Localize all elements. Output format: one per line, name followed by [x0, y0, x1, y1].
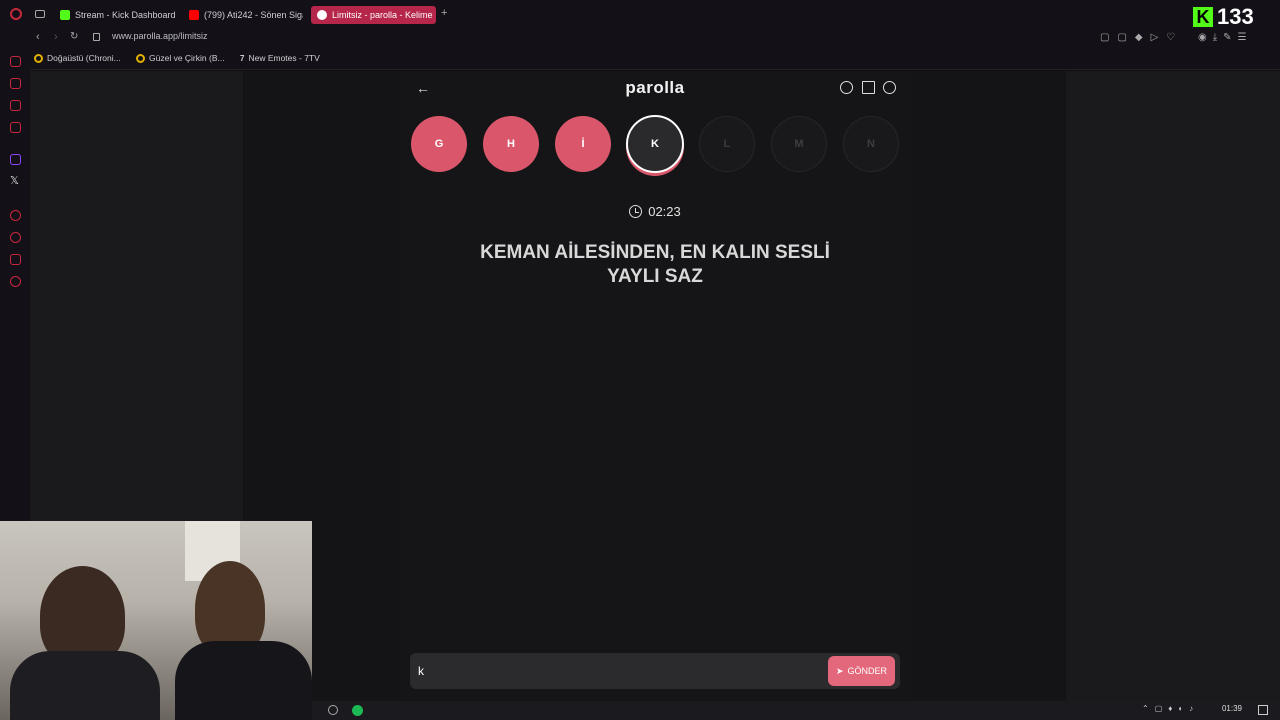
- sidebar-extensions-icon[interactable]: [10, 254, 21, 265]
- send-label: GÖNDER: [847, 666, 888, 676]
- info-icon[interactable]: [840, 81, 853, 94]
- sidebar-messenger-icon[interactable]: [10, 100, 21, 111]
- sidebar-history-icon[interactable]: [10, 232, 21, 243]
- sidebar-x-icon[interactable]: 𝕏: [10, 174, 19, 187]
- profile-icon[interactable]: [883, 81, 896, 94]
- forward-icon[interactable]: ›: [54, 31, 58, 43]
- app-title: parolla: [625, 78, 685, 97]
- browser-logo-icon[interactable]: [10, 8, 22, 20]
- browser-tab-bar: Stream - Kick Dashboard (799) Ati242 - S…: [0, 0, 1280, 30]
- parolla-favicon-icon: [317, 10, 327, 20]
- answer-bar: ➤ GÖNDER: [410, 653, 900, 689]
- sidebar-settings-icon[interactable]: [10, 276, 21, 287]
- youtube-favicon-icon: [189, 10, 199, 20]
- letter-circle: L: [699, 116, 755, 172]
- sidebar-bag-icon[interactable]: [10, 78, 21, 89]
- notification-icon[interactable]: [1258, 705, 1268, 715]
- letter-circle: G: [411, 116, 467, 172]
- webcam-overlay: [0, 521, 312, 720]
- bookmark-icon: [136, 53, 145, 63]
- parolla-app: ← parolla G H İ K L M N 02:23 KEMAN AİLE…: [400, 71, 910, 701]
- taskbar: ⌃▢♦◐♪ 01:39: [312, 701, 1280, 720]
- tab-kick-dashboard[interactable]: Stream - Kick Dashboard: [54, 6, 179, 24]
- toolbar-menu-icons[interactable]: ◉⤓✎☰: [1198, 32, 1253, 43]
- 7tv-icon: 7: [240, 53, 245, 63]
- send-button[interactable]: ➤ GÖNDER: [828, 656, 895, 686]
- tray-icons[interactable]: ⌃▢♦◐♪: [1142, 704, 1199, 713]
- tray-time: 01:39: [1221, 704, 1242, 713]
- question-line: YAYLI SAZ: [607, 266, 703, 287]
- bookmark-label: New Emotes - 7TV: [248, 53, 320, 63]
- address-bar: ‹ › ↻ www.parolla.app/limitsiz ▢▢◆▷♡ ◉⤓✎…: [0, 28, 1280, 48]
- bookmark-item[interactable]: Güzel ve Çirkin (B...: [136, 53, 225, 63]
- app-header: ← parolla: [400, 71, 910, 107]
- send-icon: ➤: [835, 665, 844, 676]
- url-field[interactable]: www.parolla.app/limitsiz: [112, 31, 208, 41]
- bookmark-item[interactable]: Doğaüstü (Chroni...: [34, 53, 121, 63]
- bookmarks-bar: Doğaüstü (Chroni... Güzel ve Çirkin (B..…: [0, 48, 1280, 70]
- question-line: KEMAN AİLESİNDEN, EN KALIN SESLİ: [480, 242, 830, 263]
- tab-overview-icon[interactable]: [35, 10, 45, 18]
- bookmark-label: Güzel ve Çirkin (B...: [149, 53, 225, 63]
- sidebar-app-icon[interactable]: [10, 122, 21, 133]
- clock-icon: [629, 205, 643, 218]
- letter-circle: N: [843, 116, 899, 172]
- reload-icon[interactable]: ↻: [70, 31, 78, 42]
- kick-favicon-icon: [60, 10, 70, 20]
- letter-circle: H: [483, 116, 539, 172]
- viewer-count: 133: [1217, 4, 1254, 29]
- sidebar-player-icon[interactable]: [10, 210, 21, 221]
- lock-icon: [93, 33, 100, 41]
- taskbar-app-icon[interactable]: [328, 705, 338, 715]
- tab-parolla[interactable]: Limitsiz - parolla - Kelime: [311, 6, 436, 24]
- tab-youtube[interactable]: (799) Ati242 - Sönen Siga: [183, 6, 303, 24]
- back-icon[interactable]: ‹: [36, 31, 40, 43]
- toolbar-extension-icons[interactable]: ▢▢◆▷♡: [1100, 32, 1183, 43]
- letter-circle: İ: [555, 116, 611, 172]
- bookmark-item[interactable]: 7 New Emotes - 7TV: [240, 53, 320, 63]
- tab-label: Stream - Kick Dashboard: [75, 10, 176, 20]
- person-left-body-image: [10, 651, 160, 720]
- answer-input[interactable]: [418, 659, 818, 683]
- person-right-body-image: [175, 641, 312, 720]
- stats-icon[interactable]: [862, 81, 875, 94]
- sidebar-opera-icon[interactable]: [10, 56, 21, 67]
- new-tab-icon[interactable]: +: [441, 7, 447, 19]
- kick-logo-icon: K: [1193, 7, 1213, 27]
- letter-circle: M: [771, 116, 827, 172]
- kick-viewer-badge: K 133: [1193, 4, 1254, 30]
- tab-label: Limitsiz - parolla - Kelime: [332, 10, 433, 20]
- letter-circle-current: K: [626, 115, 684, 173]
- tab-label: (799) Ati242 - Sönen Siga: [204, 10, 303, 20]
- spotify-icon[interactable]: [352, 705, 363, 716]
- bookmark-icon: [34, 53, 43, 63]
- question-text: KEMAN AİLESİNDEN, EN KALIN SESLİ YAYLI S…: [445, 241, 865, 289]
- timer: 02:23: [400, 204, 910, 219]
- bookmark-label: Doğaüstü (Chroni...: [47, 53, 121, 63]
- timer-value: 02:23: [648, 204, 681, 219]
- sidebar-twitch-icon[interactable]: [10, 154, 21, 165]
